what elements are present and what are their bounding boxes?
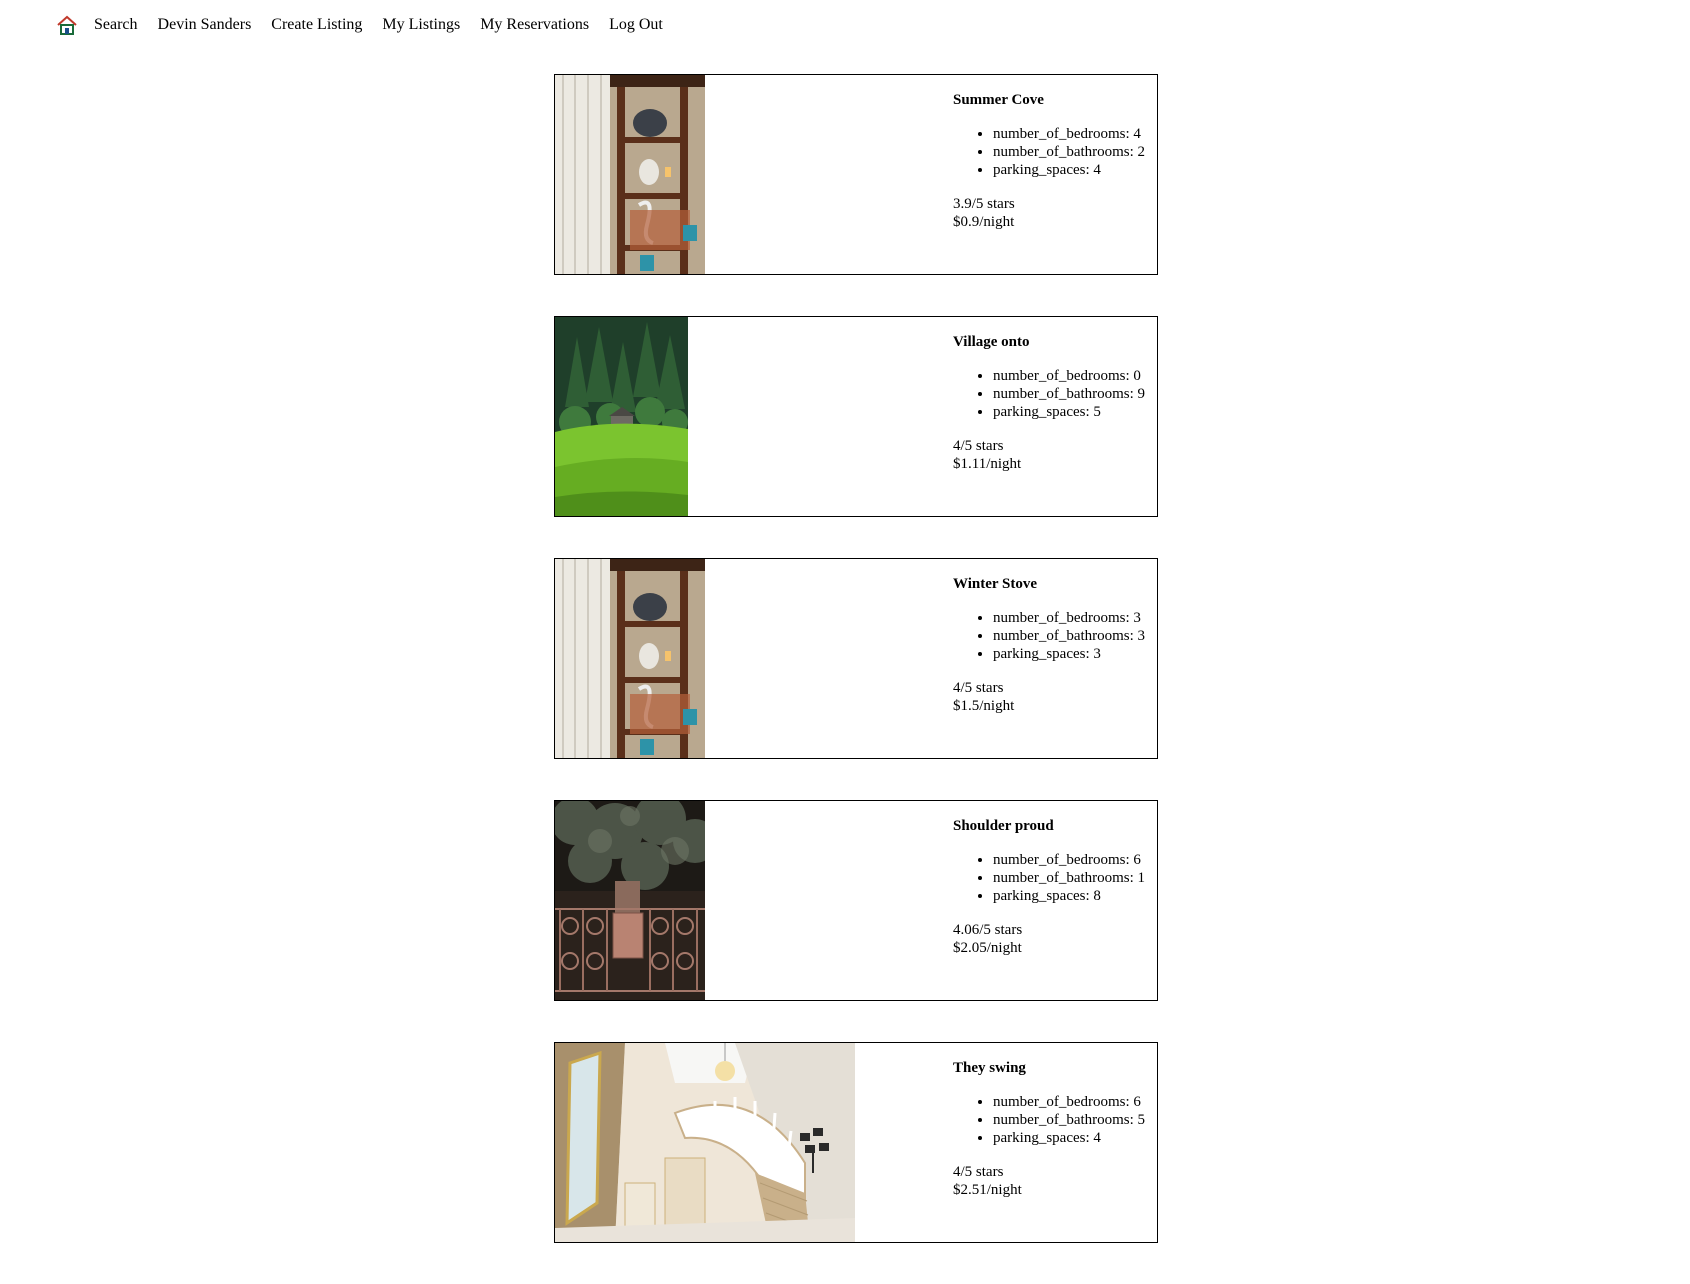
house-icon[interactable] (56, 14, 78, 36)
feature-bathrooms: number_of_bathrooms: 3 (993, 627, 1157, 645)
feature-parking: parking_spaces: 4 (993, 161, 1157, 179)
listing-features: number_of_bedrooms: 6 number_of_bathroom… (953, 1093, 1157, 1147)
listing-price: $1.5/night (953, 698, 1015, 714)
feature-bathrooms: number_of_bathrooms: 9 (993, 385, 1157, 403)
listing-info: Village onto number_of_bedrooms: 0 numbe… (953, 333, 1157, 473)
listing-photo-forest (555, 317, 688, 516)
listing-price: $2.51/night (953, 1182, 1022, 1198)
nav-link-my-listings[interactable]: My Listings (382, 16, 460, 34)
nav-link-my-reservations[interactable]: My Reservations (480, 16, 589, 34)
feature-bedrooms: number_of_bedrooms: 4 (993, 125, 1157, 143)
listing-title[interactable]: Village onto (953, 333, 1157, 351)
feature-parking: parking_spaces: 8 (993, 887, 1157, 905)
nav-link-log-out[interactable]: Log Out (609, 16, 663, 34)
listing-features: number_of_bedrooms: 4 number_of_bathroom… (953, 125, 1157, 179)
nav-link-search[interactable]: Search (94, 16, 138, 34)
listing-title[interactable]: Winter Stove (953, 575, 1157, 593)
listing-rating: 4/5 stars (953, 680, 1004, 696)
listing-info: They swing number_of_bedrooms: 6 number_… (953, 1059, 1157, 1199)
listing-info: Shoulder proud number_of_bedrooms: 6 num… (953, 817, 1157, 957)
listing-rating: 4.06/5 stars (953, 922, 1023, 938)
feature-bedrooms: number_of_bedrooms: 0 (993, 367, 1157, 385)
listing-info: Summer Cove number_of_bedrooms: 4 number… (953, 91, 1157, 231)
listing-card[interactable]: Shoulder proud number_of_bedrooms: 6 num… (554, 800, 1158, 1001)
listing-features: number_of_bedrooms: 0 number_of_bathroom… (953, 367, 1157, 421)
listing-price: $0.9/night (953, 214, 1015, 230)
listing-features: number_of_bedrooms: 6 number_of_bathroom… (953, 851, 1157, 905)
listing-list: Summer Cove number_of_bedrooms: 4 number… (554, 74, 1158, 1284)
nav-link-profile[interactable]: Devin Sanders (158, 16, 252, 34)
listing-price: $1.11/night (953, 456, 1022, 472)
listing-photo-shelves (555, 75, 705, 274)
feature-bathrooms: number_of_bathrooms: 1 (993, 869, 1157, 887)
feature-parking: parking_spaces: 4 (993, 1129, 1157, 1147)
listing-title[interactable]: They swing (953, 1059, 1157, 1077)
listing-rating: 4/5 stars (953, 438, 1004, 454)
listing-features: number_of_bedrooms: 3 number_of_bathroom… (953, 609, 1157, 663)
listing-card[interactable]: Winter Stove number_of_bedrooms: 3 numbe… (554, 558, 1158, 759)
feature-bedrooms: number_of_bedrooms: 6 (993, 851, 1157, 869)
nav-link-create-listing[interactable]: Create Listing (271, 16, 362, 34)
listing-card[interactable]: Village onto number_of_bedrooms: 0 numbe… (554, 316, 1158, 517)
top-nav: Search Devin Sanders Create Listing My L… (56, 12, 683, 38)
listing-title[interactable]: Summer Cove (953, 91, 1157, 109)
listing-info: Winter Stove number_of_bedrooms: 3 numbe… (953, 575, 1157, 715)
listing-photo-staircase (555, 1043, 855, 1242)
listing-photo-gate (555, 801, 705, 1000)
listing-rating: 3.9/5 stars (953, 196, 1015, 212)
listing-photo-shelves (555, 559, 705, 758)
listing-title[interactable]: Shoulder proud (953, 817, 1157, 835)
feature-bathrooms: number_of_bathrooms: 2 (993, 143, 1157, 161)
listing-card[interactable]: Summer Cove number_of_bedrooms: 4 number… (554, 74, 1158, 275)
listing-rating: 4/5 stars (953, 1164, 1004, 1180)
feature-bathrooms: number_of_bathrooms: 5 (993, 1111, 1157, 1129)
listing-card[interactable]: They swing number_of_bedrooms: 6 number_… (554, 1042, 1158, 1243)
listing-price: $2.05/night (953, 940, 1022, 956)
feature-parking: parking_spaces: 3 (993, 645, 1157, 663)
feature-bedrooms: number_of_bedrooms: 6 (993, 1093, 1157, 1111)
feature-bedrooms: number_of_bedrooms: 3 (993, 609, 1157, 627)
feature-parking: parking_spaces: 5 (993, 403, 1157, 421)
